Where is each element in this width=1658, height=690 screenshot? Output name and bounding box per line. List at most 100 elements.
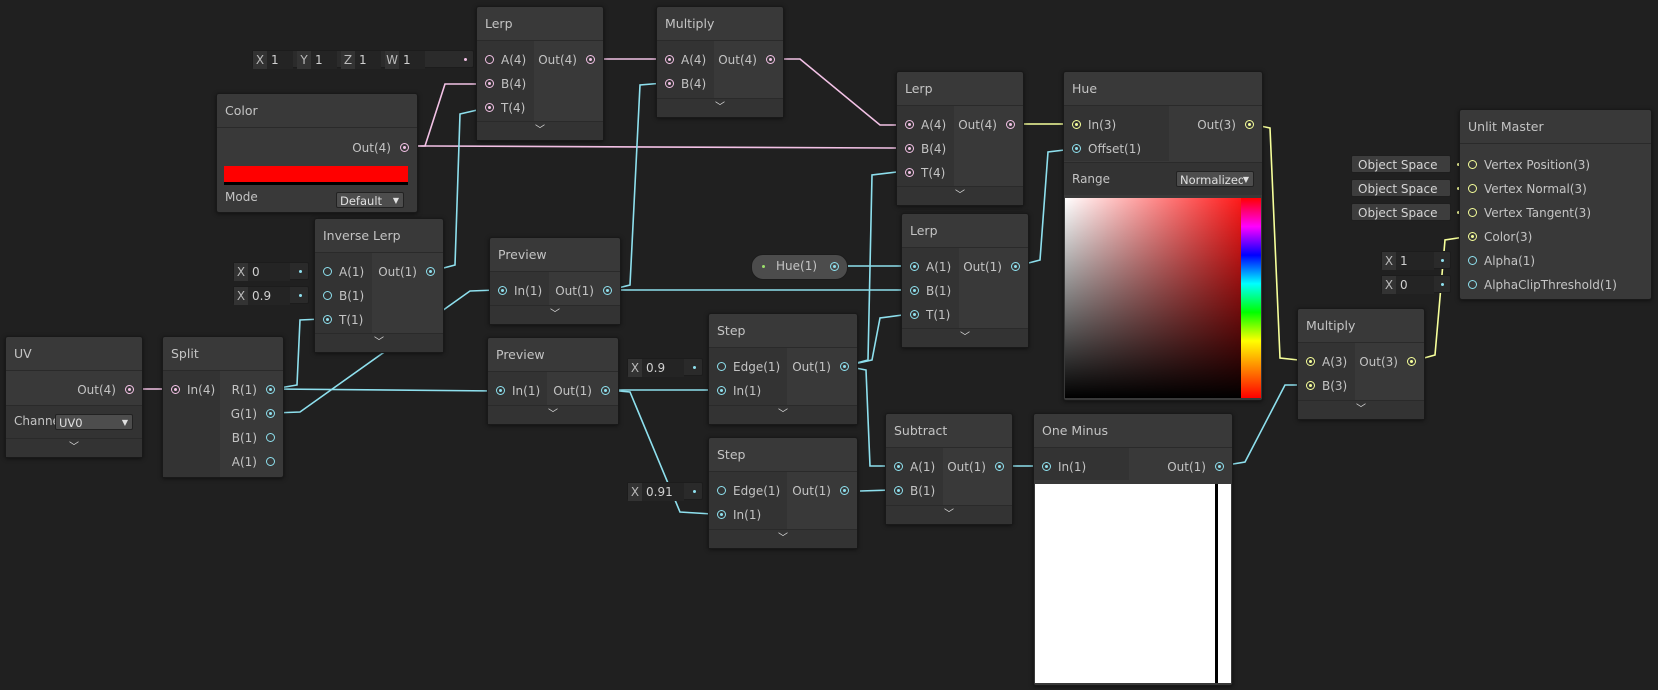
b-port[interactable]: B(4) [905,139,946,159]
multiply-node-2[interactable]: Multiply A(3) B(3) Out(3) ﹀ [1297,308,1425,420]
out-port[interactable]: Out(3) [1359,352,1416,372]
collapse-chevron-icon[interactable]: ﹀ [477,121,603,140]
collapse-chevron-icon[interactable]: ﹀ [490,305,620,324]
alpha-clip-port[interactable]: AlphaClipThreshold(1) [1468,275,1617,295]
port-dot[interactable] [1072,144,1081,153]
step-node-2[interactable]: Step Edge(1) In(1) Out(1) ﹀ [708,437,858,549]
port-dot[interactable] [1468,280,1477,289]
port-dot[interactable] [603,286,612,295]
vertex-tangent-port[interactable]: Vertex Tangent(3) [1468,203,1591,223]
port-dot[interactable] [717,510,726,519]
port-dot[interactable] [496,386,505,395]
in-port[interactable]: In(1) [496,381,540,401]
port-dot[interactable] [125,385,134,394]
a-value[interactable]: 0 [248,263,290,281]
in-port[interactable]: In(1) [498,281,542,301]
b-port[interactable]: B(4) [665,74,706,94]
port-dot[interactable] [323,315,332,324]
vertex-normal-port[interactable]: Vertex Normal(3) [1468,179,1587,199]
edge-port[interactable]: Edge(1) [717,357,780,377]
port-dot[interactable] [586,55,595,64]
port-dot[interactable] [1468,232,1477,241]
channel-dropdown[interactable]: UV0 ▼ [55,414,133,430]
step-node-1[interactable]: Step Edge(1) In(1) Out(1) ﹀ [708,313,858,425]
port-dot[interactable] [323,267,332,276]
t-port[interactable]: T(1) [910,305,950,325]
port-dot[interactable] [894,462,903,471]
step1-edge-field[interactable]: X 0.9 [627,358,703,377]
t-port[interactable]: T(1) [323,310,363,330]
split-node[interactable]: Split In(4) R(1) G(1) B(1) A(1) [162,336,284,478]
out-port[interactable]: Out(1) [555,281,612,301]
offset-port[interactable]: Offset(1) [1072,139,1141,159]
port-dot[interactable] [266,409,275,418]
b-port[interactable]: B(3) [1306,376,1347,396]
port-dot[interactable] [266,433,275,442]
port-dot[interactable] [910,262,919,271]
port-dot[interactable] [266,457,275,466]
a-port[interactable]: A(1) [894,457,935,477]
t-port[interactable]: T(4) [485,98,525,118]
collapse-chevron-icon[interactable]: ﹀ [897,186,1023,205]
alpha-clip-field[interactable]: X0 [1381,275,1451,294]
port-dot[interactable] [665,55,674,64]
b-value[interactable]: 0.9 [248,287,290,305]
w-value[interactable]: 1 [399,51,425,69]
in-port[interactable]: In(1) [717,381,761,401]
out-port[interactable]: Out(4) [538,50,595,70]
in-port[interactable]: In(4) [171,380,215,400]
a-port[interactable]: A(4) [905,115,946,135]
uv-node[interactable]: UV Out(4) Channel UV0 ▼ ﹀ [5,336,143,458]
out-port[interactable]: Out(1) [792,357,849,377]
b-port[interactable]: B(1) [894,481,935,501]
port-dot[interactable] [485,103,494,112]
port-dot[interactable] [485,79,494,88]
out-port[interactable]: Out(1) [1167,457,1224,477]
port-dot[interactable] [1407,357,1416,366]
port-dot[interactable] [400,143,409,152]
port-dot[interactable] [601,386,610,395]
out-port[interactable]: Out(4) [718,50,775,70]
alpha-field[interactable]: X1 [1381,251,1451,270]
a-port[interactable]: A(4) [485,50,526,70]
lerp-node-3[interactable]: Lerp A(1) B(1) T(1) Out(1) ﹀ [901,213,1029,348]
port-dot[interactable] [266,385,275,394]
color-port[interactable]: Color(3) [1468,227,1532,247]
port-dot[interactable] [323,291,332,300]
in-port[interactable]: In(1) [1042,457,1086,477]
a-port[interactable]: A(1) [232,452,275,472]
b-port[interactable]: B(1) [232,428,275,448]
alpha-port[interactable]: Alpha(1) [1468,251,1535,271]
color-swatch[interactable] [224,166,408,185]
unlit-master-node[interactable]: Unlit Master Vertex Position(3) Vertex N… [1459,109,1652,300]
a-port[interactable]: A(3) [1306,352,1347,372]
port-dot[interactable] [717,486,726,495]
b-port[interactable]: B(1) [323,286,364,306]
range-dropdown[interactable]: Normalized ▼ [1176,171,1254,187]
lerp1-a-vector-field[interactable]: X1Y1Z1W1 [252,50,474,69]
port-dot[interactable] [1468,256,1477,265]
port-dot[interactable] [995,462,1004,471]
multiply-node-1[interactable]: Multiply A(4) B(4) Out(4) ﹀ [656,6,784,118]
vertex-normal-space[interactable]: Object Space [1351,179,1460,197]
port-dot[interactable] [830,262,839,271]
edge-value[interactable]: 0.9 [642,359,684,377]
a-port[interactable]: A(4) [665,50,706,70]
edge-value[interactable]: 0.91 [642,483,684,501]
port-dot[interactable] [1306,381,1315,390]
collapse-chevron-icon[interactable]: ﹀ [315,333,443,352]
x-value[interactable]: 1 [267,51,293,69]
port-dot[interactable] [1011,262,1020,271]
edge-port[interactable]: Edge(1) [717,481,780,501]
port-dot[interactable] [1468,184,1477,193]
t-port[interactable]: T(4) [905,163,945,183]
invlerp-a-field[interactable]: X0 [233,262,309,281]
port-dot[interactable] [894,486,903,495]
out-port[interactable]: Out(1) [553,381,610,401]
port-dot[interactable] [1042,462,1051,471]
port-dot[interactable] [498,286,507,295]
port-dot[interactable] [665,79,674,88]
collapse-chevron-icon[interactable]: ﹀ [488,405,618,424]
g-port[interactable]: G(1) [231,404,275,424]
out-port[interactable]: Out(1) [947,457,1004,477]
